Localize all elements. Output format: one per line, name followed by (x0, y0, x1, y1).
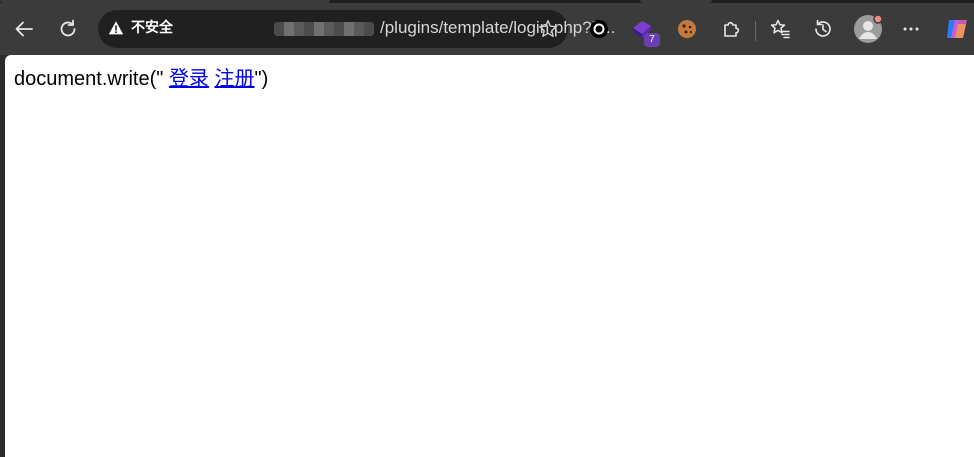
reload-icon (60, 19, 76, 37)
page-content: document.write(" 登录 注册") (5, 55, 974, 457)
not-secure-label[interactable]: 不安全 (131, 18, 173, 38)
address-bar[interactable]: 不安全 /plugins/template/login.php?b... (98, 10, 615, 48)
avatar-icon (854, 14, 883, 43)
profile-button[interactable] (852, 13, 884, 45)
page-text-line: document.write(" 登录 注册") (14, 67, 268, 91)
back-button[interactable] (8, 13, 40, 45)
more-menu-button[interactable] (895, 13, 927, 45)
extensions-button[interactable] (715, 13, 747, 45)
url-text[interactable]: /plugins/template/login.php?b... (380, 18, 615, 38)
text-prefix: document.write(" (14, 68, 169, 90)
cookie-extension-icon (678, 20, 696, 38)
favorite-star-icon[interactable] (538, 19, 558, 39)
cookie-extension-button[interactable] (671, 13, 703, 45)
arrow-left-icon (15, 21, 33, 37)
reload-button[interactable] (52, 13, 84, 45)
copilot-icon (947, 20, 967, 38)
history-clock-icon (815, 19, 831, 37)
puzzle-icon (724, 21, 740, 37)
ring-extension-icon (590, 20, 608, 38)
history-button[interactable] (807, 13, 839, 45)
more-dots-icon (903, 27, 919, 31)
copilot-button[interactable] (941, 13, 973, 45)
register-link[interactable]: 注册 (215, 68, 255, 90)
ring-extension-button[interactable] (583, 13, 615, 45)
login-link[interactable]: 登录 (169, 68, 209, 90)
favorites-button[interactable] (764, 13, 796, 45)
browser-toolbar: 不安全 /plugins/template/login.php?b... 7 (0, 3, 974, 55)
text-suffix: ") (254, 68, 269, 90)
warning-icon (108, 21, 124, 35)
redacted-host (274, 22, 374, 36)
favorites-star-list-icon (770, 19, 790, 39)
extension-badge: 7 (644, 33, 660, 47)
toolbar-divider (755, 21, 756, 41)
